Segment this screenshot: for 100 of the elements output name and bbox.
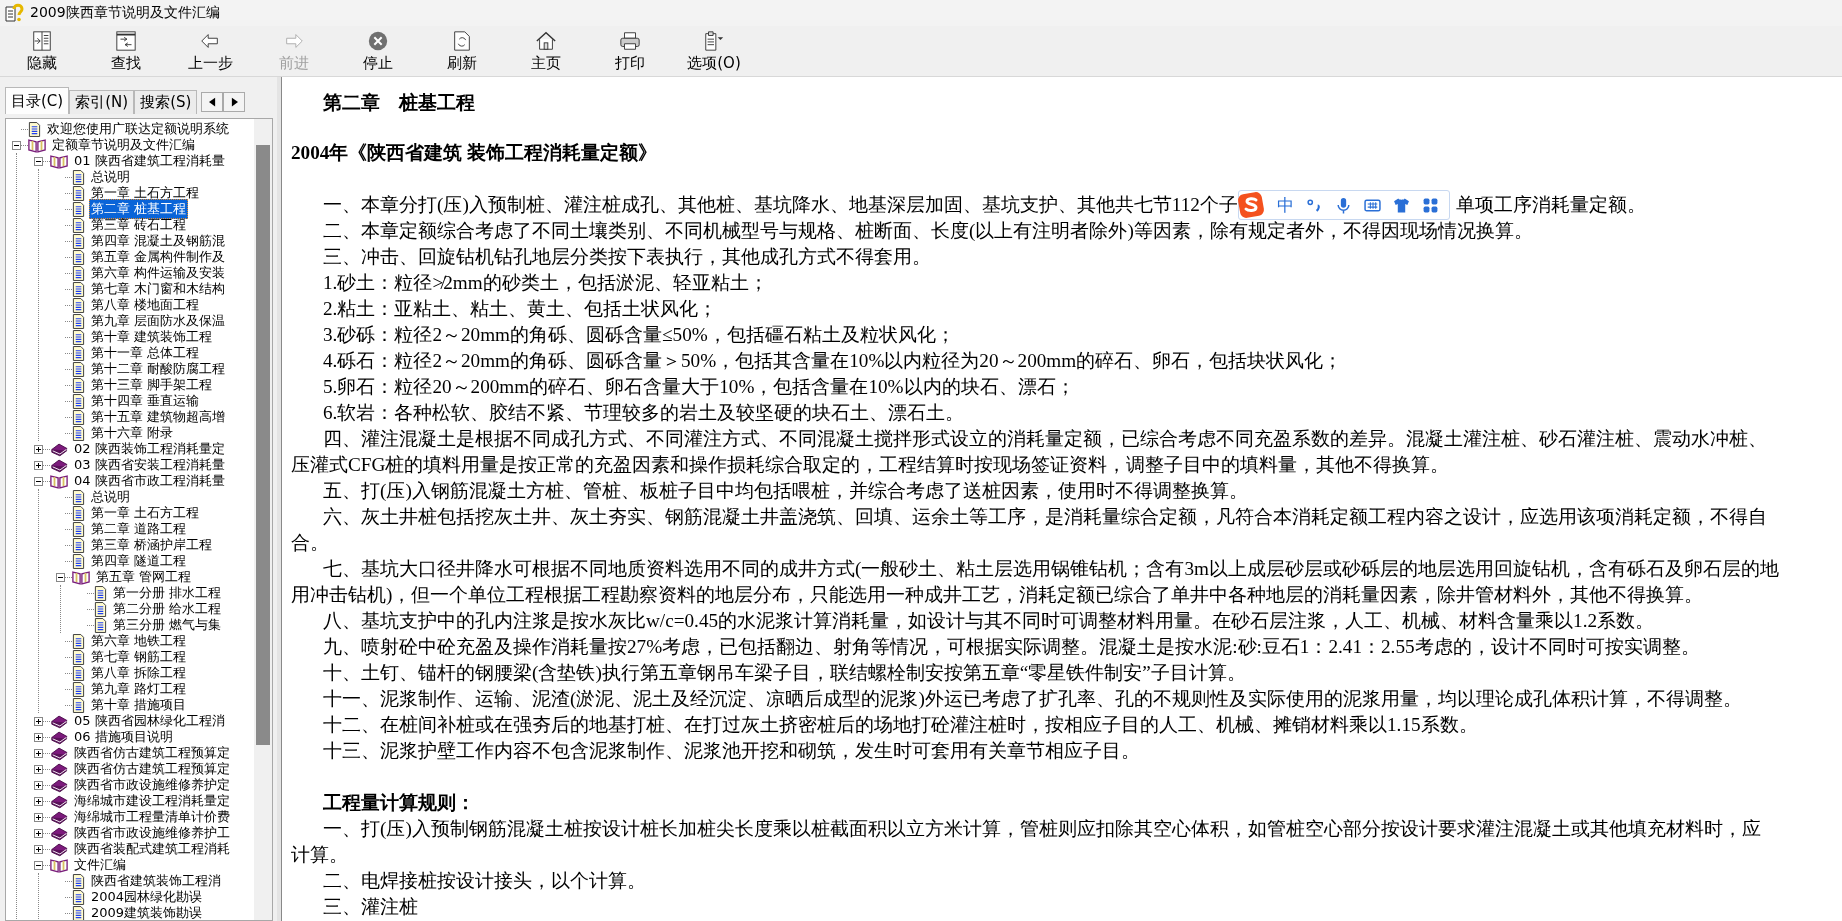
input-mode-toggle[interactable]: 中 bbox=[1276, 192, 1294, 218]
paragraph-text: 一、本章分打(压)入预制桩、灌注桩成孔、其他桩、基坑降水、地基深层加固、基坑支护、其他共七节112个子 bbox=[323, 193, 1238, 217]
page-icon bbox=[72, 249, 85, 265]
paragraph-text: 二、本章定额综合考虑了不同土壤类别、不同机械型号与规格、桩断面、长度(以上有注明者除外)等因素，除有规定者外，不得因现场情况换算。 bbox=[323, 219, 1533, 243]
open-book-icon bbox=[50, 153, 68, 169]
page-icon bbox=[72, 425, 85, 441]
page-icon bbox=[28, 121, 41, 137]
page-icon bbox=[72, 313, 85, 329]
page-icon bbox=[72, 201, 85, 217]
toolbar-button[interactable]: 选项(O) bbox=[672, 26, 756, 76]
page-icon bbox=[94, 601, 107, 617]
page-icon bbox=[72, 409, 85, 425]
tree-item[interactable]: 第二章 桩基工程 bbox=[89, 199, 189, 219]
plus-box-icon[interactable] bbox=[34, 748, 43, 758]
toolbar-button[interactable]: 上一步 bbox=[168, 26, 252, 76]
paragraph-text: 四、灌注混凝土是根据不同成孔方式、不同灌注方式、不同混凝土搅拌形式设立的消耗量定额，已综合考虑不同充盈系数的差异。混凝土灌注桩、砂石灌注桩、震动水冲桩、 bbox=[323, 427, 1767, 451]
paragraph-text: 用冲击钻机)，但一个单位工程根据工程勘察资料的地层分布，只能选用一种成井工艺，消耗定额已综合了单井中各种地层的消耗量因素，除井管材料外，其他不得换算。 bbox=[291, 583, 1704, 607]
plus-box-icon[interactable] bbox=[34, 444, 43, 454]
page-icon bbox=[72, 665, 85, 681]
toolbar-button[interactable]: 打印 bbox=[588, 26, 672, 76]
paragraph-text: 2.粘土：亚粘土、粘土、黄土、包括土状风化； bbox=[323, 297, 718, 321]
chapter-title: 第二章 桩基工程 bbox=[322, 91, 476, 115]
page-icon bbox=[72, 649, 85, 665]
tab[interactable]: 目录(C) bbox=[5, 87, 70, 114]
page-icon bbox=[72, 889, 85, 905]
tab-scroll-left-button[interactable] bbox=[201, 92, 224, 112]
plus-box-icon[interactable] bbox=[34, 812, 43, 822]
help-file-icon bbox=[4, 3, 24, 23]
closed-book-icon bbox=[50, 729, 68, 745]
open-book-icon bbox=[50, 857, 68, 873]
paragraph-text: 九、喷射砼中砼充盈及操作消耗量按27%考虑，已包括翻边、射角等情况，可根据实际调整。混凝土是按水泥:砂:豆石1：2.41：2.55考虑的，设计不同时可按实调整。 bbox=[323, 635, 1700, 659]
toolbar-button[interactable]: 查找 bbox=[84, 26, 168, 76]
page-icon bbox=[72, 553, 85, 569]
paragraph-text: 十二、在桩间补桩或在强夯后的地基打桩、在打过灰土挤密桩后的场地打砼灌注桩时，按相应子目的人工、机械、摊销材料乘以1.15系数。 bbox=[323, 713, 1478, 737]
page-icon bbox=[72, 537, 85, 553]
page-icon bbox=[72, 505, 85, 521]
paragraph-text: 1.砂土：粒径≯2mm的砂类土，包括淤泥、轻亚粘土； bbox=[323, 271, 768, 295]
closed-book-icon bbox=[50, 841, 68, 857]
paragraph-text: 单项工序消耗量定额。 bbox=[1455, 193, 1646, 217]
open-book-icon bbox=[50, 473, 68, 489]
paragraph-text: 七、基坑大口径井降水可根据不同地质资料选用不同的成井方式(一般砂土、粘土层选用锅锥钻机；含有3m以上成层砂层或砂砾层的地层选用回旋钻机，含有砾石及卵石层的地 bbox=[323, 557, 1779, 581]
grid-icon[interactable] bbox=[1421, 196, 1439, 214]
plus-box-icon[interactable] bbox=[34, 460, 43, 470]
page-icon bbox=[72, 873, 85, 889]
toolbar-button[interactable]: 隐藏 bbox=[0, 26, 84, 76]
page-icon bbox=[72, 233, 85, 249]
closed-book-icon bbox=[50, 745, 68, 761]
plus-box-icon[interactable] bbox=[34, 716, 43, 726]
page-icon bbox=[72, 169, 85, 185]
circle-x-icon bbox=[367, 29, 389, 52]
closed-book-icon bbox=[50, 793, 68, 809]
plus-box-icon[interactable] bbox=[34, 844, 43, 854]
toolbar-button[interactable]: 停止 bbox=[336, 26, 420, 76]
paragraph-text: 十、土钉、锚杆的钢腰梁(含垫铁)执行第五章钢吊车梁子目，联结螺栓制安按第五章“零星铁件制安”子目计算。 bbox=[323, 661, 1246, 685]
page-icon bbox=[72, 489, 85, 505]
plus-box-icon[interactable] bbox=[34, 780, 43, 790]
paragraph-text: 4.砾石：粒径2～20mm的角砾、圆砾含量＞50%，包括其含量在10%以内粒径为20～200mm的碎石、卵石，包括块状风化； bbox=[323, 349, 1343, 373]
page-icon bbox=[72, 697, 85, 713]
shirt-icon[interactable] bbox=[1392, 196, 1410, 214]
plus-box-icon[interactable] bbox=[34, 828, 43, 838]
page-icon bbox=[72, 297, 85, 313]
page-icon bbox=[72, 329, 85, 345]
plus-box-icon[interactable] bbox=[34, 796, 43, 806]
plus-box-icon[interactable] bbox=[34, 732, 43, 742]
paragraph-text: 三、灌注桩 bbox=[323, 895, 418, 919]
closed-book-icon bbox=[50, 713, 68, 729]
scrollbar[interactable] bbox=[254, 119, 272, 920]
minus-box-icon[interactable] bbox=[56, 572, 65, 582]
plus-box-icon[interactable] bbox=[34, 764, 43, 774]
minus-box-icon[interactable] bbox=[34, 156, 43, 166]
paragraph-text: 合。 bbox=[291, 531, 329, 555]
page-icon bbox=[72, 377, 85, 393]
tab[interactable]: 索引(N) bbox=[69, 90, 135, 114]
minus-box-icon[interactable] bbox=[34, 860, 43, 870]
tab[interactable]: 搜索(S) bbox=[134, 90, 198, 114]
page-icon bbox=[72, 681, 85, 697]
toolbar-button[interactable]: 刷新 bbox=[420, 26, 504, 76]
closed-book-icon bbox=[50, 457, 68, 473]
paragraph-text: 三、冲击、回旋钻机钻孔地层分类按下表执行，其他成孔方式不得套用。 bbox=[323, 245, 931, 269]
toolbar-button[interactable]: 主页 bbox=[504, 26, 588, 76]
page-icon bbox=[72, 265, 85, 281]
paragraph-text: 十三、泥浆护壁工作内容不包含泥浆制作、泥浆池开挖和砌筑，发生时可套用有关章节相应子目。 bbox=[323, 739, 1140, 763]
page-icon bbox=[72, 905, 85, 920]
keyboard-icon[interactable] bbox=[1363, 196, 1381, 214]
paragraph-text: 5.卵石：粒径20～200mm的碎石、卵石含量大于10%，包括含量在10%以内的块石、漂石； bbox=[323, 375, 1075, 399]
paragraph-text: 六、灰土井桩包括挖灰土井、灰土夯实、钢筋混凝土井盖浇筑、回填、运余土等工序，是消耗量综合定额，凡符合本消耗定额工程内容之设计，应选用该项消耗定额，不得自 bbox=[323, 505, 1767, 529]
minus-box-icon[interactable] bbox=[12, 140, 21, 150]
tab-scroll-right-button[interactable] bbox=[223, 92, 246, 112]
section-heading: 工程量计算规则： bbox=[322, 791, 476, 815]
open-book-icon bbox=[72, 569, 90, 585]
page-icon bbox=[72, 361, 85, 377]
minus-box-icon[interactable] bbox=[34, 476, 43, 486]
page-icon bbox=[72, 345, 85, 361]
paragraph-text: 八、基坑支护中的孔内注浆是按水灰比w/c=0.45的水泥浆计算消耗量，如设计与其不同时可调整材料用量。在砂石层注浆，人工、机械、材料含量乘以1.2系数。 bbox=[323, 609, 1655, 633]
closed-book-icon bbox=[50, 825, 68, 841]
page-icon bbox=[94, 617, 107, 633]
punctuation-icon[interactable] bbox=[1305, 196, 1323, 214]
open-book-icon bbox=[28, 137, 46, 153]
page-icon bbox=[72, 217, 85, 233]
paragraph-text: 五、打(压)入钢筋混凝土方桩、管桩、板桩子目中均包括喂桩，并综合考虑了送桩因素，使用时不得调整换算。 bbox=[323, 479, 1248, 503]
